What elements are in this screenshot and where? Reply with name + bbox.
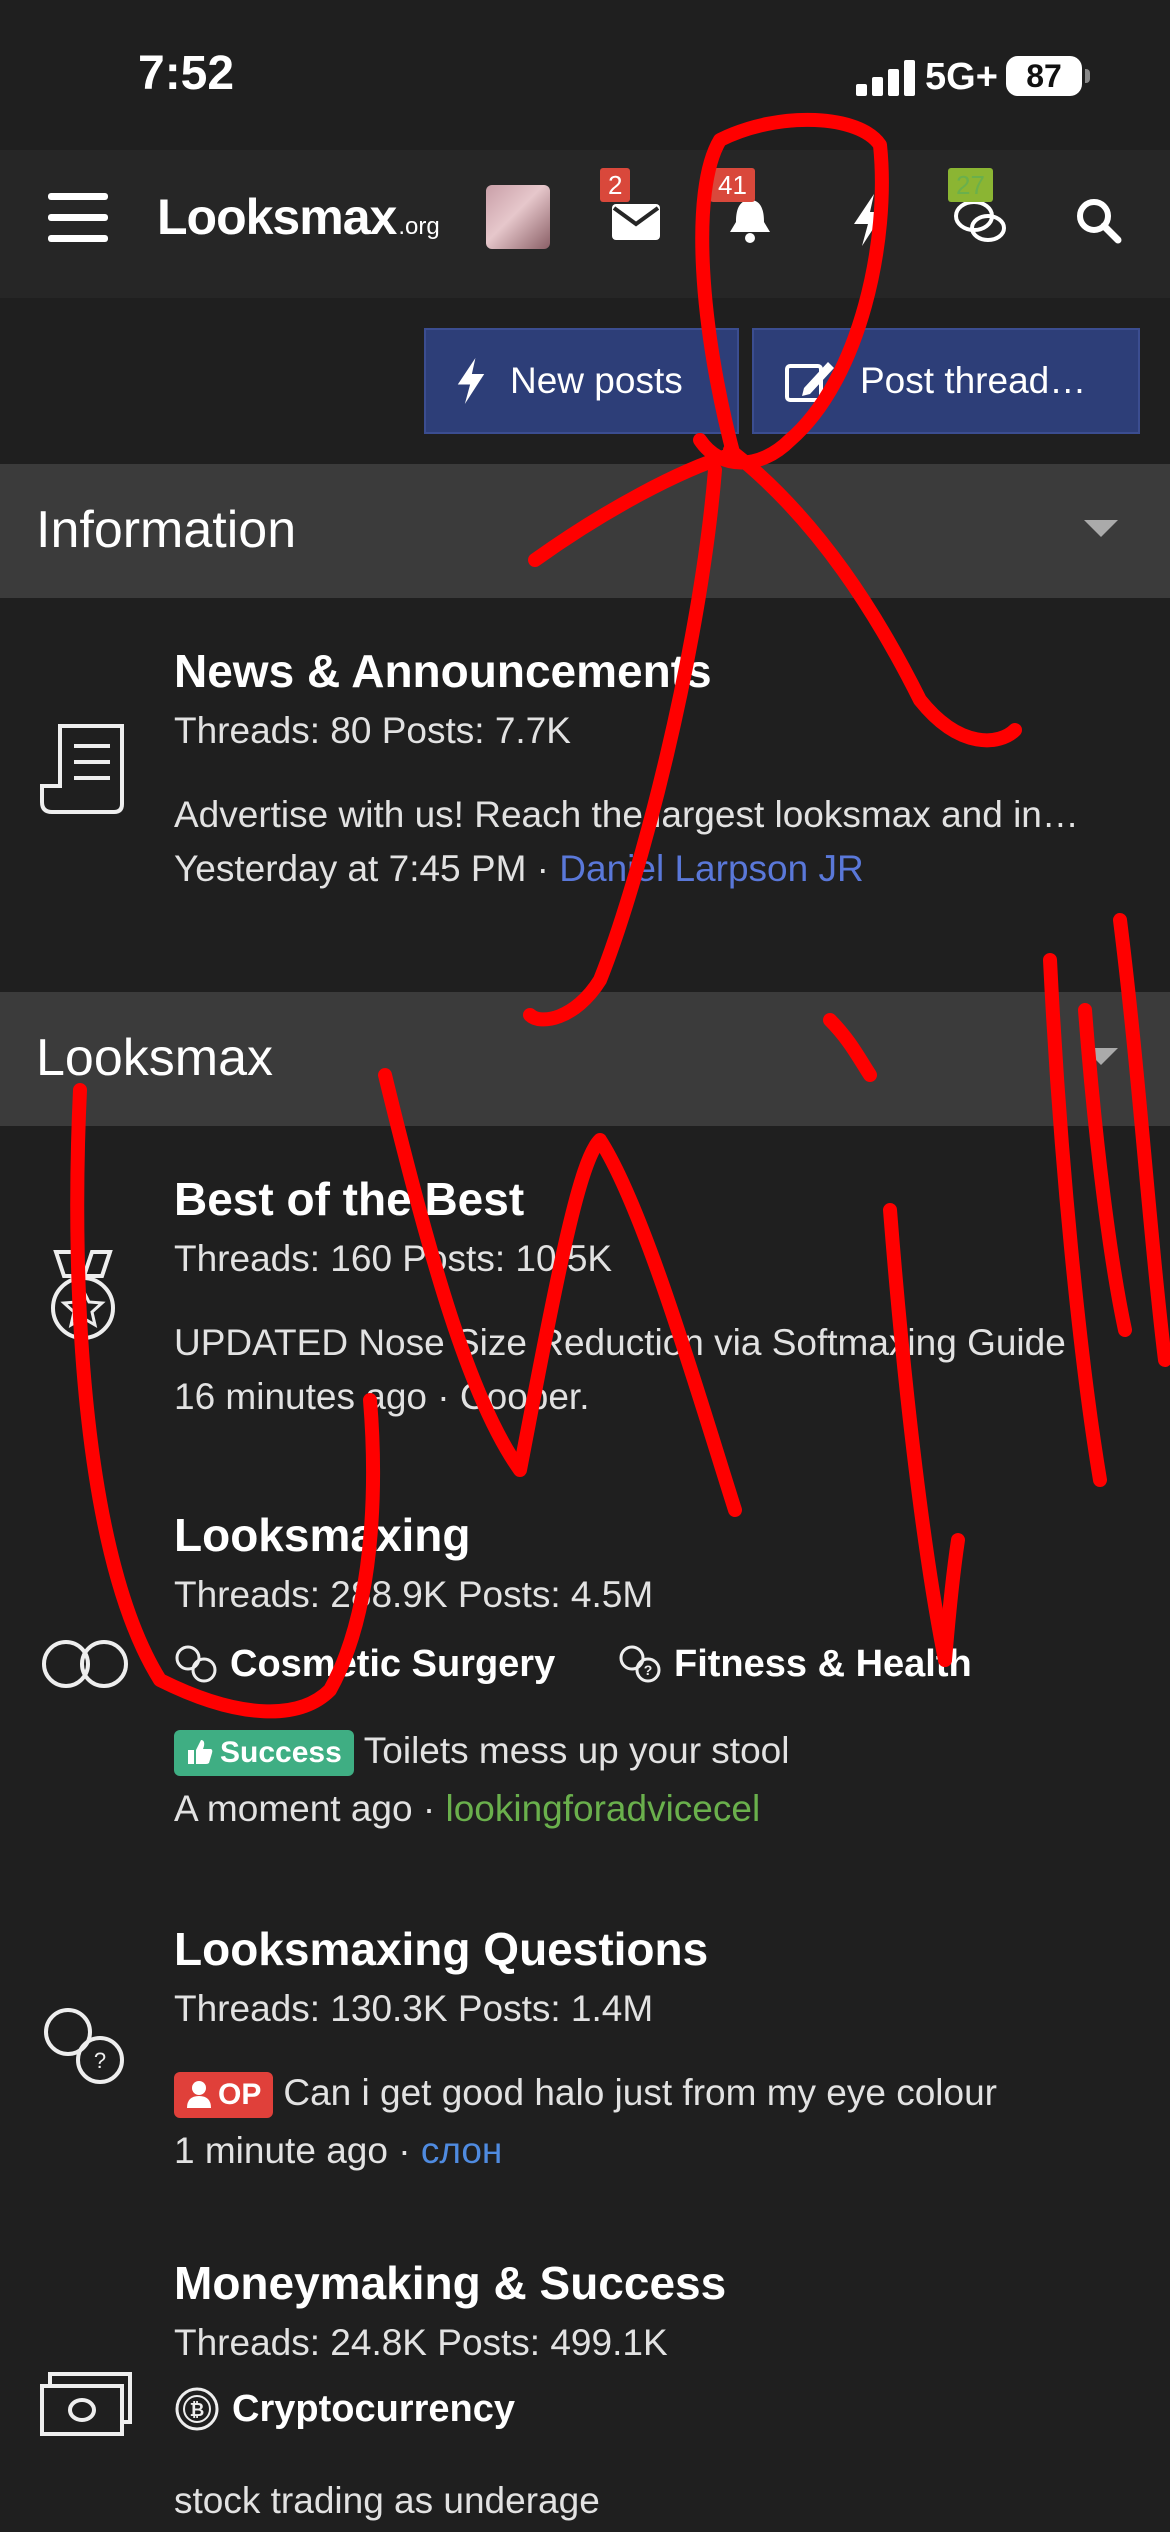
- prefix-label: Success: [220, 1736, 342, 1770]
- prefix-op: OP: [174, 2072, 274, 2119]
- forum-row-moneymaking[interactable]: Moneymaking & Success Threads: 24.8K Pos…: [0, 2210, 1170, 2532]
- latest-thread-title[interactable]: stock trading as underage: [174, 2480, 600, 2522]
- latest-thread-title[interactable]: UPDATED Nose Size Reduction via Softmaxi…: [174, 1322, 1066, 1364]
- latest-meta: Yesterday at 7:45 PM · Daniel Larpson JR: [174, 848, 864, 889]
- chat-badge: 27: [948, 168, 993, 202]
- money-icon: [40, 2372, 132, 2436]
- alerts-button[interactable]: 41: [710, 168, 780, 250]
- forum-row-looksmaxing-questions[interactable]: ? Looksmaxing Questions Threads: 130.3K …: [0, 1876, 1170, 2212]
- search-icon: [1077, 199, 1122, 244]
- whats-new-button[interactable]: [840, 190, 900, 250]
- svg-text:?: ?: [644, 1662, 653, 1678]
- subforum-label: Fitness & Health: [674, 1642, 972, 1685]
- latest-time: Yesterday at 7:45 PM: [174, 848, 527, 889]
- logo-main: Looksmax: [157, 189, 397, 245]
- forum-stats: Threads: 130.3K Posts: 1.4M: [174, 1988, 654, 2029]
- medal-icon: [51, 1250, 115, 1340]
- search-button[interactable]: [1070, 190, 1130, 250]
- forum-stats: Threads: 288.9K Posts: 4.5M: [174, 1574, 654, 1615]
- forum-stats: Threads: 80 Posts: 7.7K: [174, 710, 571, 751]
- forum-title[interactable]: Best of the Best: [174, 1172, 524, 1226]
- user-icon: [187, 2081, 211, 2109]
- thumbs-up-icon: [188, 1740, 213, 1765]
- latest-meta: A moment ago · lookingforadvicecel: [174, 1788, 761, 1829]
- forum-title[interactable]: News & Announcements: [174, 644, 712, 698]
- inbox-badge: 2: [600, 168, 631, 202]
- logo-suffix: .org: [398, 213, 440, 240]
- latest-user[interactable]: lookingforadvicecel: [445, 1788, 760, 1829]
- latest-thread-title[interactable]: Advertise with us! Reach the largest loo…: [174, 794, 1079, 836]
- inbox-button[interactable]: 2: [600, 168, 666, 250]
- latest-time: 16 minutes ago: [174, 1376, 428, 1417]
- forum-row-best-of-the-best[interactable]: Best of the Best Threads: 160 Posts: 10.…: [0, 1126, 1170, 1464]
- action-bar: New posts Post thread…: [0, 298, 1170, 464]
- latest-user[interactable]: Daniel Larpson JR: [559, 848, 863, 889]
- latest-thread-title-row[interactable]: Success Toilets mess up your stool: [174, 1730, 790, 1777]
- signal-icon: [856, 60, 918, 96]
- latest-time: 1 minute ago: [174, 2130, 388, 2171]
- latest-meta: 1 minute ago · слон: [174, 2130, 503, 2171]
- forum-stats: Threads: 24.8K Posts: 499.1K: [174, 2322, 668, 2363]
- menu-icon[interactable]: [48, 193, 108, 243]
- document-icon: [40, 724, 124, 814]
- top-navbar: Looksmax.org 2 41 27: [0, 150, 1170, 298]
- subforum-link[interactable]: ₿ Cryptocurrency: [174, 2386, 515, 2432]
- edit-icon: [785, 362, 834, 402]
- forum-stats: Threads: 160 Posts: 10.5K: [174, 1238, 613, 1279]
- latest-user[interactable]: слон: [421, 2130, 503, 2171]
- site-logo[interactable]: Looksmax.org: [157, 188, 440, 246]
- battery-indicator: 87: [1006, 56, 1090, 96]
- subforum-label: Cryptocurrency: [232, 2387, 515, 2430]
- prefix-success: Success: [174, 1730, 354, 1777]
- bitcoin-icon: ₿: [175, 2387, 219, 2431]
- new-posts-label: New posts: [510, 360, 683, 401]
- chevron-down-icon[interactable]: [1084, 520, 1118, 537]
- forum-row-news[interactable]: News & Announcements Threads: 80 Posts: …: [0, 598, 1170, 992]
- latest-thread-title[interactable]: Can i get good halo just from my eye col…: [283, 2072, 997, 2113]
- bell-icon: [730, 200, 770, 243]
- forum-title[interactable]: Looksmaxing: [174, 1508, 471, 1562]
- envelope-icon: [612, 204, 660, 240]
- chevron-down-icon[interactable]: [1084, 1048, 1118, 1065]
- forum-row-looksmaxing[interactable]: Looksmaxing Threads: 288.9K Posts: 4.5M …: [0, 1462, 1170, 1878]
- subforum-link[interactable]: Cosmetic Surgery: [174, 1642, 555, 1686]
- forum-title[interactable]: Looksmaxing Questions: [174, 1922, 708, 1976]
- svg-text:?: ?: [94, 2048, 106, 2073]
- network-type: 5G+: [925, 56, 998, 98]
- latest-meta: 16 minutes ago · Cooper.: [174, 1376, 590, 1417]
- section-title: Looksmax: [36, 1029, 273, 1087]
- latest-thread-title[interactable]: Toilets mess up your stool: [364, 1730, 790, 1771]
- bolt-icon: [457, 358, 485, 404]
- bolt-icon: [854, 194, 884, 246]
- chat-button[interactable]: 27: [948, 168, 1010, 250]
- post-thread-label: Post thread…: [860, 360, 1087, 401]
- section-title: Information: [36, 501, 297, 559]
- new-posts-button[interactable]: New posts: [424, 328, 739, 434]
- section-header-information[interactable]: Information: [0, 464, 1170, 598]
- subforum-icon: [175, 1645, 217, 1683]
- subforum-link[interactable]: ? Fitness & Health: [618, 1642, 972, 1686]
- chat-bubbles-icon: [954, 200, 1006, 242]
- latest-thread-title-row[interactable]: OP Can i get good halo just from my eye …: [174, 2072, 997, 2119]
- status-bar: 7:52 5G+ 87: [0, 0, 1170, 150]
- alerts-badge: 41: [710, 168, 755, 202]
- forum-title[interactable]: Moneymaking & Success: [174, 2256, 726, 2310]
- rings-icon: [42, 1640, 128, 1688]
- subforum-icon: ?: [619, 1645, 661, 1683]
- section-header-looksmax[interactable]: Looksmax: [0, 992, 1170, 1126]
- latest-time: A moment ago: [174, 1788, 413, 1829]
- status-time: 7:52: [138, 47, 235, 100]
- subforum-label: Cosmetic Surgery: [230, 1642, 556, 1685]
- prefix-label: OP: [218, 2078, 262, 2112]
- post-thread-button[interactable]: Post thread…: [752, 328, 1140, 434]
- svg-text:₿: ₿: [190, 2400, 205, 2420]
- latest-user[interactable]: Cooper.: [460, 1376, 590, 1417]
- rings-question-icon: ?: [44, 2008, 124, 2084]
- user-avatar[interactable]: [486, 185, 550, 249]
